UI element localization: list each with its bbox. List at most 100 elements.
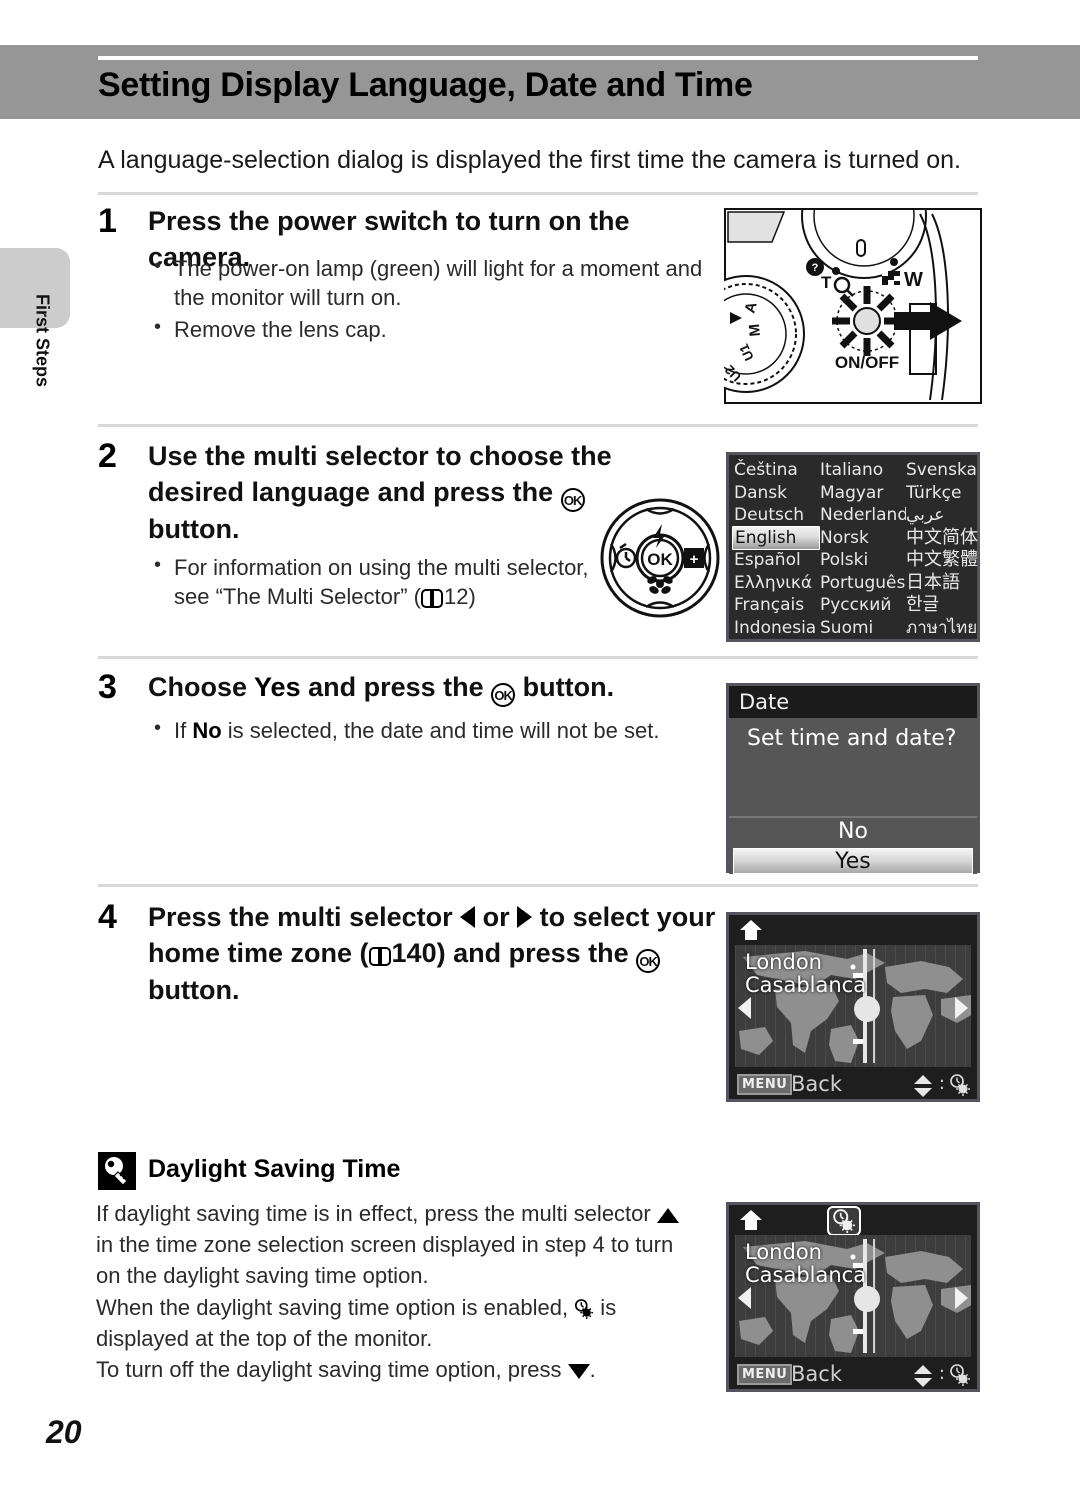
daylight-saving-badge[interactable] bbox=[827, 1206, 861, 1236]
time-zone-screen[interactable]: London Casablanca MENU Back : bbox=[726, 912, 980, 1102]
svg-text:OK: OK bbox=[647, 550, 673, 569]
note-body: If daylight saving time is in effect, pr… bbox=[96, 1198, 696, 1385]
step-1-bullet-2: Remove the lens cap. bbox=[148, 313, 708, 344]
language-selection-screen[interactable]: Čeština Italiano Svenska Dansk Magyar Tü… bbox=[726, 452, 980, 642]
previous-zone-arrow[interactable] bbox=[738, 997, 751, 1019]
language-option[interactable]: Dansk bbox=[734, 482, 820, 504]
city-line-2: Casablanca bbox=[745, 1262, 867, 1287]
step-3-number: 3 bbox=[98, 668, 117, 706]
language-option[interactable]: Indonesia bbox=[734, 617, 820, 639]
language-option[interactable]: Português bbox=[820, 572, 906, 594]
next-zone-arrow[interactable] bbox=[955, 1287, 968, 1309]
time-zone-screen-dst-on[interactable]: London Casablanca MENU Back : bbox=[726, 1202, 980, 1392]
divider-2 bbox=[98, 424, 978, 427]
note-title: Daylight Saving Time bbox=[148, 1155, 401, 1183]
step-3-heading-pre: Choose bbox=[148, 672, 255, 702]
svg-text:M: M bbox=[746, 323, 764, 337]
multi-selector-illustration: OK + bbox=[600, 498, 720, 618]
back-label[interactable]: Back bbox=[791, 1072, 842, 1096]
step-2-bullet-tail: ) bbox=[468, 584, 476, 610]
step-3-heading: Choose Yes and press the OK button. bbox=[148, 670, 718, 707]
step-3-bullet-no: No bbox=[192, 718, 222, 743]
language-option-selected[interactable]: English bbox=[732, 525, 820, 550]
step-1-number: 1 bbox=[98, 202, 117, 240]
daylight-saving-icon bbox=[950, 1364, 970, 1386]
ok-button-icon: OK bbox=[636, 948, 661, 973]
daylight-saving-icon bbox=[950, 1074, 970, 1096]
step-3-heading-post: button. bbox=[515, 672, 615, 702]
language-option[interactable]: Français bbox=[734, 594, 820, 616]
menu-button-icon[interactable]: MENU bbox=[737, 1074, 793, 1095]
up-arrow-icon bbox=[656, 1208, 679, 1223]
intro-text: A language-selection dialog is displayed… bbox=[98, 146, 961, 174]
city-line-1: London bbox=[745, 950, 822, 974]
step-2-heading-pre: Use the multi selector to choose the des… bbox=[148, 441, 612, 507]
language-option[interactable]: ภาษาไทย bbox=[906, 617, 982, 639]
note-line-3b: . bbox=[589, 1357, 596, 1383]
back-label[interactable]: Back bbox=[791, 1362, 842, 1386]
language-option[interactable]: Suomi bbox=[820, 617, 906, 639]
language-option[interactable]: عربي bbox=[906, 504, 982, 526]
home-icon bbox=[740, 920, 762, 940]
step-4-heading-a: Press the multi selector bbox=[148, 902, 461, 932]
page-number: 20 bbox=[46, 1414, 82, 1450]
page-title: Setting Display Language, Date and Time bbox=[98, 66, 753, 104]
step-2-bullet-1: For information on using the multi selec… bbox=[148, 552, 628, 612]
map-bottom-bar: MENU Back : bbox=[729, 1357, 977, 1393]
language-option[interactable]: 中文繁體 bbox=[906, 549, 982, 571]
language-option[interactable]: Norsk bbox=[820, 527, 906, 549]
language-option[interactable]: Italiano bbox=[820, 459, 906, 481]
city-line-2: Casablanca bbox=[745, 972, 867, 997]
language-option[interactable]: Čeština bbox=[734, 459, 820, 481]
world-map: London Casablanca bbox=[735, 945, 971, 1067]
up-down-arrows-icon bbox=[914, 1365, 932, 1387]
map-top-bar-dst bbox=[729, 1205, 977, 1236]
language-option[interactable]: Nederlands bbox=[820, 504, 906, 526]
left-arrow-icon bbox=[460, 906, 476, 928]
map-bottom-bar: MENU Back : bbox=[729, 1067, 977, 1103]
language-option[interactable]: Русский bbox=[820, 594, 906, 616]
date-option-no[interactable]: No bbox=[729, 818, 977, 846]
ok-button-icon: OK bbox=[491, 683, 516, 707]
language-option[interactable]: 中文简体 bbox=[906, 527, 982, 549]
manual-page: Setting Display Language, Date and Time … bbox=[0, 0, 1080, 1486]
header-rule bbox=[98, 56, 978, 60]
step-2-bullet-text: For information on using the multi selec… bbox=[174, 555, 589, 610]
menu-button-icon[interactable]: MENU bbox=[737, 1364, 793, 1385]
language-option[interactable]: Polski bbox=[820, 549, 906, 571]
language-option[interactable]: 한글 bbox=[906, 594, 982, 616]
separator-colon: : bbox=[938, 1073, 945, 1094]
time-zone-city: London Casablanca bbox=[745, 1241, 866, 1286]
note-line-3a: To turn off the daylight saving time opt… bbox=[96, 1357, 568, 1383]
previous-zone-arrow[interactable] bbox=[738, 1287, 751, 1309]
svg-text:+: + bbox=[690, 551, 699, 568]
step-3-bullet-1: If No is selected, the date and time wil… bbox=[148, 715, 728, 745]
book-reference-icon bbox=[420, 589, 443, 609]
divider-1 bbox=[98, 192, 978, 195]
daylight-saving-icon bbox=[833, 1209, 855, 1233]
world-map: London Casablanca bbox=[735, 1235, 971, 1357]
divider-3 bbox=[98, 656, 978, 659]
step-4-heading-d: ) and press the bbox=[436, 937, 637, 968]
language-option[interactable]: Magyar bbox=[820, 482, 906, 504]
step-4-heading-b: or bbox=[475, 902, 518, 932]
note-line-2a: When the daylight saving time option is … bbox=[96, 1294, 575, 1320]
city-line-1: London bbox=[745, 1240, 822, 1264]
step-2-bullet-page: 12 bbox=[443, 584, 469, 610]
step-4-number: 4 bbox=[98, 898, 117, 936]
language-option[interactable]: 日本語 bbox=[906, 572, 982, 594]
date-confirm-dialog[interactable]: Date Set time and date? No Yes bbox=[726, 683, 980, 874]
note-line-1a: If daylight saving time is in effect, pr… bbox=[96, 1201, 657, 1226]
svg-text:T: T bbox=[821, 273, 832, 292]
language-option[interactable]: Svenska bbox=[906, 459, 982, 481]
next-zone-arrow[interactable] bbox=[955, 997, 968, 1019]
language-option[interactable]: Türkçe bbox=[906, 482, 982, 504]
step-1-bullet-1: The power-on lamp (green) will light for… bbox=[148, 253, 708, 313]
language-option[interactable]: Deutsch bbox=[734, 504, 820, 526]
language-option[interactable]: Ελληνικά bbox=[734, 572, 820, 594]
step-4-heading-e: button. bbox=[148, 974, 240, 1005]
language-option[interactable]: Español bbox=[734, 549, 820, 571]
svg-text:?: ? bbox=[812, 262, 819, 274]
date-option-yes-selected[interactable]: Yes bbox=[733, 848, 973, 874]
right-arrow-icon bbox=[517, 906, 533, 928]
